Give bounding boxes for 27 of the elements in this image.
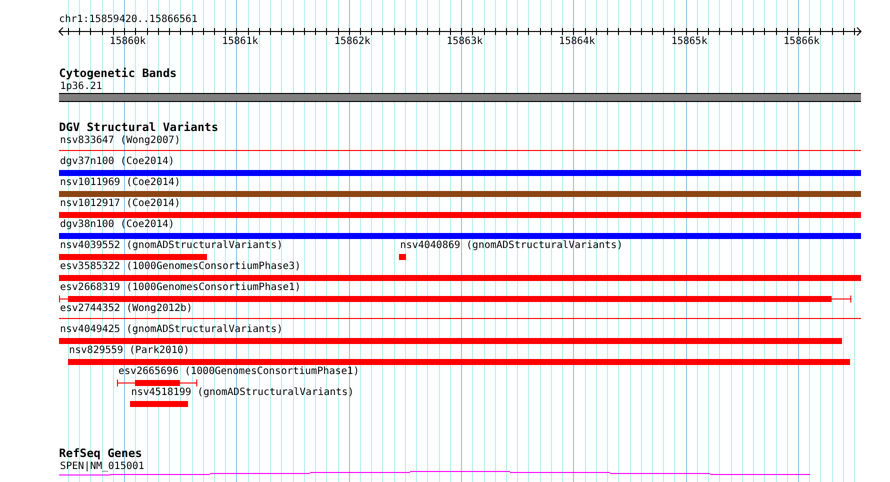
feature-label: nsv4039552 (gnomADStructuralVariants) [60, 240, 283, 252]
feature-label: esv2744352 (Wong2012b) [60, 303, 192, 315]
track-title: RefSeq Genes [59, 447, 142, 459]
feature-label: nsv4040869 (gnomADStructuralVariants) [400, 240, 623, 252]
feature-label: SPEN|NM_015001 [60, 461, 144, 473]
track-title: Cytogenetic Bands [59, 67, 177, 79]
feature-label: nsv4518199 (gnomADStructuralVariants) [131, 387, 354, 399]
tick-label: 15865k [671, 36, 708, 48]
feature-label: 1p36.21 [60, 81, 102, 93]
tick-label: 15863k [446, 36, 483, 48]
feature-label: esv2665696 (1000GenomesConsortiumPhase1) [118, 366, 360, 378]
tick-label: 15862k [334, 36, 370, 48]
feature-label: nsv1012917 (Coe2014) [60, 198, 180, 210]
feature-label: nsv829559 (Park2010) [68, 345, 190, 357]
feature-label: nsv833647 (Wong2007) [60, 135, 180, 147]
feature-label: dgv38n100 (Coe2014) [60, 219, 174, 231]
tick-label: 15860k [110, 36, 146, 48]
tick-label: 15866k [784, 36, 820, 48]
feature-label: esv2668319 (1000GenomesConsortiumPhase1) [60, 282, 301, 294]
feature-label: dgv37n100 (Coe2014) [60, 156, 174, 168]
feature-label: nsv4049425 (gnomADStructuralVariants) [60, 324, 283, 336]
tick-label: 15861k [222, 36, 258, 48]
feature-label: esv3585322 (1000GenomesConsortiumPhase3) [60, 261, 301, 273]
feature-label: nsv1011969 (Coe2014) [60, 177, 180, 189]
track-title: DGV Structural Variants [59, 121, 218, 133]
position-label: chr1:15859420..15866561 [59, 14, 198, 26]
tick-label: 15864k [558, 36, 596, 48]
